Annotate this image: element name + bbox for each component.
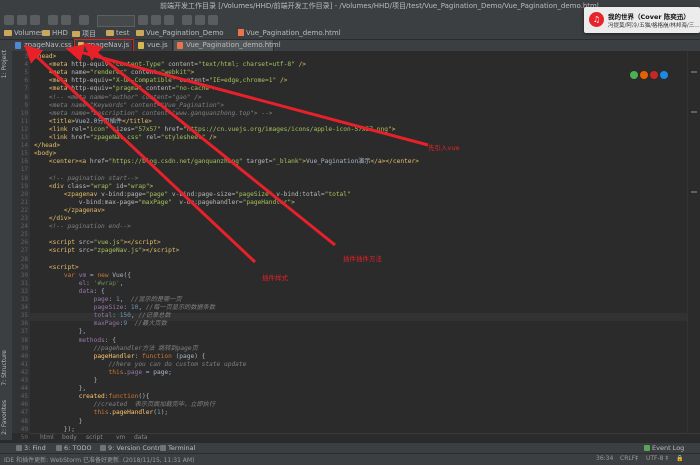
code-crumb-data[interactable]: data (134, 434, 148, 441)
search-icon (16, 445, 22, 451)
code-crumb-script[interactable]: script (86, 434, 103, 441)
terminal-icon (160, 445, 166, 451)
annotation-first: 先引入vue (428, 144, 460, 152)
annotation-second: 插件插件方法 (343, 255, 382, 263)
status-message[interactable]: IDE 和插件更新: WebStorm 已准备好更新. (2018/11/15,… (4, 455, 194, 464)
annotation-third: 插件样式 (262, 274, 288, 282)
version-control-icon (100, 445, 106, 451)
todo-icon (56, 445, 62, 451)
find-tool-button[interactable]: 3: Find (16, 444, 46, 452)
lock-icon[interactable]: 🔒 (676, 455, 683, 462)
code-crumb-html[interactable]: html (40, 434, 54, 441)
status-bar: IDE 和插件更新: WebStorm 已准备好更新. (2018/11/15,… (0, 453, 700, 465)
event-log-icon (644, 445, 650, 451)
caret-position[interactable]: 36:34 (596, 455, 613, 462)
file-encoding[interactable]: UTF-8 ‡ (646, 455, 668, 462)
code-crumb-body[interactable]: body (62, 434, 77, 441)
line-separator[interactable]: CRLF‡ (620, 455, 638, 462)
version-control-tool-button[interactable]: 9: Version Control (100, 444, 166, 452)
annotation-arrows (24, 42, 429, 264)
arrow-to-vue-tab (65, 44, 429, 147)
code-crumb-vm[interactable]: vm (116, 434, 125, 441)
event-log-tool-button[interactable]: Event Log (644, 444, 684, 452)
terminal-tool-button[interactable]: Terminal (160, 444, 195, 452)
arrow-to-zpagenav-css-tab (24, 44, 257, 264)
todo-tool-button[interactable]: 6: TODO (56, 444, 92, 452)
arrow-to-zpagenav-js-tab (83, 42, 336, 247)
